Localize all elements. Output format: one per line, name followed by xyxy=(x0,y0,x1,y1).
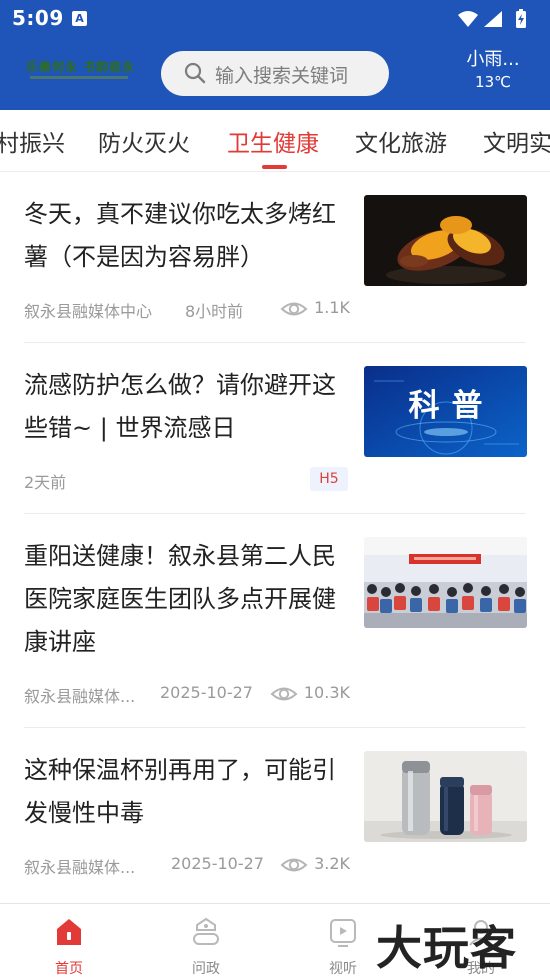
article-title[interactable]: 冬天，真不建议你吃太多烤红薯（不是因为容易胖） xyxy=(24,193,344,279)
status-bar: 5:09 A xyxy=(0,0,550,38)
app-logo[interactable]: 乐善何永 书韵叙永 xyxy=(26,54,136,90)
tab-culture-tourism[interactable]: 文化旅游 xyxy=(355,124,447,158)
category-tabs: 村振兴 防火灭火 卫生健康 文化旅游 文明实 xyxy=(0,110,550,172)
article-item[interactable]: 这种保温杯别再用了，可能引发慢性中毒 叙永县融媒体... 2025-10-27 … xyxy=(0,728,550,903)
article-views: 3.2K xyxy=(280,854,350,873)
article-meta: 叙永县融媒体... 2025-10-27 3.2K xyxy=(24,852,350,877)
view-count: 1.1K xyxy=(314,298,350,317)
app-header: 乐善何永 书韵叙永 输入搜索关键词 小雨... 13℃ xyxy=(0,38,550,110)
article-meta: 2天前 H5 xyxy=(24,467,350,492)
nav-home[interactable]: 首页 xyxy=(19,904,119,979)
active-tab-indicator xyxy=(262,165,287,169)
article-views: 10.3K xyxy=(270,683,350,702)
article-item[interactable]: 流感防护怎么做？请你避开这些错~ | 世界流感日 科普 2天前 H5 xyxy=(0,343,550,514)
signal-icon xyxy=(484,11,502,27)
article-title[interactable]: 重阳送健康！叙永县第二人民医院家庭医生团队多点开展健康讲座 xyxy=(24,535,344,664)
wifi-icon xyxy=(458,11,478,27)
notification-icon: A xyxy=(72,11,87,26)
weather-temperature: 13℃ xyxy=(475,73,511,91)
article-meta: 叙永县融媒体中心 8小时前 1.1K xyxy=(24,296,350,321)
search-placeholder: 输入搜索关键词 xyxy=(215,65,349,87)
eye-icon xyxy=(280,302,308,316)
search-bar[interactable]: 输入搜索关键词 xyxy=(161,51,389,96)
watermark-text: 大玩客 xyxy=(376,921,517,975)
eye-icon xyxy=(270,687,298,701)
search-icon xyxy=(184,62,206,88)
system-icons xyxy=(456,8,536,34)
h5-badge: H5 xyxy=(310,467,348,491)
weather-description: 小雨... xyxy=(466,49,520,70)
article-time: 2025-10-27 xyxy=(160,683,253,702)
article-time: 8小时前 xyxy=(185,302,244,321)
nav-label: 问政 xyxy=(192,961,220,977)
view-count: 3.2K xyxy=(314,854,350,873)
logo-underline xyxy=(30,76,128,79)
article-source: 叙永县融媒体中心 xyxy=(24,302,153,321)
tab-civilization[interactable]: 文明实 xyxy=(483,124,550,158)
view-count: 10.3K xyxy=(303,683,350,702)
status-time: 5:09 xyxy=(12,6,64,30)
thumbnail-caption: 科普 xyxy=(408,388,495,424)
article-item[interactable]: 冬天，真不建议你吃太多烤红薯（不是因为容易胖） 叙永县融媒体中心 8小时前 1.… xyxy=(0,172,550,343)
tab-rural-revitalization[interactable]: 村振兴 xyxy=(0,124,65,158)
eye-icon xyxy=(280,858,308,872)
tab-fire-prevention[interactable]: 防火灭火 xyxy=(98,124,190,158)
tab-health[interactable]: 卫生健康 xyxy=(227,124,319,158)
article-views: 1.1K xyxy=(280,298,350,317)
politics-icon xyxy=(191,916,221,948)
article-thumbnail-science[interactable]: 科普 xyxy=(364,366,527,457)
article-thumbnail-thermos[interactable] xyxy=(364,751,527,842)
article-meta: 叙永县融媒体... 2025-10-27 10.3K xyxy=(24,681,350,706)
logo-text: 乐善何永 书韵叙永 xyxy=(26,60,136,74)
article-source: 叙永县融媒体... xyxy=(24,858,136,877)
article-time: 2025-10-27 xyxy=(171,854,264,873)
article-thumbnail-sweet-potato[interactable] xyxy=(364,195,527,286)
tv-icon xyxy=(328,916,358,948)
weather-widget[interactable]: 小雨... 13℃ xyxy=(458,48,528,92)
nav-label: 首页 xyxy=(55,961,83,977)
article-source: 叙永县融媒体... xyxy=(24,687,136,706)
nav-politics[interactable]: 问政 xyxy=(156,904,256,979)
article-title[interactable]: 流感防护怎么做？请你避开这些错~ | 世界流感日 xyxy=(24,364,344,450)
article-title[interactable]: 这种保温杯别再用了，可能引发慢性中毒 xyxy=(24,749,344,835)
article-item[interactable]: 重阳送健康！叙永县第二人民医院家庭医生团队多点开展健康讲座 叙永县融媒体... … xyxy=(0,514,550,728)
article-thumbnail-health-lecture[interactable] xyxy=(364,537,527,628)
battery-icon xyxy=(516,9,526,28)
article-time: 2天前 xyxy=(24,473,67,492)
home-icon xyxy=(54,916,84,948)
